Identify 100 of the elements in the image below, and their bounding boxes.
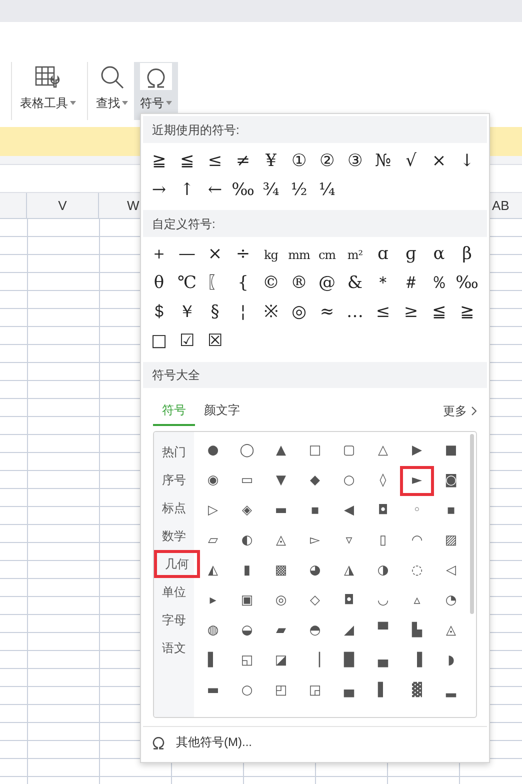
symbol-button[interactable]: ≈ [313, 298, 341, 327]
symbol-button[interactable]: ¦ [229, 298, 257, 327]
symbol-button[interactable]: ≧ [453, 298, 481, 327]
symbol-button[interactable]: ≤ [369, 298, 397, 327]
symbol-button[interactable]: ◘ [332, 586, 366, 616]
symbol-button[interactable]: ← [201, 176, 229, 205]
symbol-button[interactable]: ▰ [264, 616, 298, 646]
symbol-button[interactable]: ▪ [434, 496, 468, 526]
symbol-button[interactable]: ▕ [298, 646, 332, 676]
symbol-button[interactable]: ◐ [230, 526, 264, 556]
toolbar-button[interactable]: 查找 [90, 62, 134, 120]
other-symbols-button[interactable]: 其他符号(M)... [141, 727, 489, 757]
symbol-button[interactable]: ◱ [230, 646, 264, 676]
symbol-button[interactable]: □ [298, 436, 332, 466]
category-item[interactable]: 语文 [154, 634, 194, 662]
category-item[interactable]: 标点 [154, 494, 194, 522]
symbol-button[interactable]: ◎ [264, 586, 298, 616]
symbol-button[interactable]: ◇ [298, 586, 332, 616]
symbol-button[interactable]: @ [313, 269, 341, 298]
symbol-button[interactable]: 〖 [201, 269, 229, 298]
symbol-button[interactable]: ◌ [400, 556, 434, 586]
category-item[interactable]: 热门 [154, 438, 194, 466]
symbol-button[interactable]: █ [332, 646, 366, 676]
symbol-button[interactable]: ℃ [173, 269, 201, 298]
symbol-button[interactable]: ① [285, 147, 313, 176]
symbol-button[interactable]: № [369, 147, 397, 176]
category-item[interactable]: 字母 [154, 606, 194, 634]
symbol-button[interactable]: ▬ [264, 496, 298, 526]
symbol-button[interactable]: ▓ [400, 676, 434, 706]
symbol-button[interactable]: ＋ [145, 240, 173, 269]
symbol-button[interactable]: ▌ [196, 646, 230, 676]
symbol-button[interactable]: ◁ [434, 556, 468, 586]
symbol-button[interactable]: § [201, 298, 229, 327]
symbol-button[interactable]: × [425, 147, 453, 176]
symbol-button[interactable]: ▿ [332, 526, 366, 556]
symbol-button[interactable]: ¥ [257, 147, 285, 176]
symbol-button[interactable]: ◉ [196, 466, 230, 496]
symbol-button[interactable]: ▮ [230, 556, 264, 586]
symbol-button[interactable]: ‰ [229, 176, 257, 205]
symbol-button[interactable]: ◬ [264, 526, 298, 556]
scrollbar-thumb[interactable] [470, 434, 474, 614]
symbol-button[interactable]: α [425, 240, 453, 269]
symbol-button[interactable]: ● [196, 436, 230, 466]
symbol-button[interactable]: ▲ [264, 436, 298, 466]
symbol-button[interactable]: □ [145, 327, 173, 356]
symbol-button[interactable]: × [201, 240, 229, 269]
symbol-button[interactable]: ◑ [366, 556, 400, 586]
symbol-button[interactable]: ○ [332, 466, 366, 496]
symbol-button[interactable]: ≤ [201, 147, 229, 176]
symbol-button[interactable]: ◠ [400, 526, 434, 556]
category-item[interactable]: 数学 [154, 522, 194, 550]
symbol-button[interactable]: ¾ [257, 176, 285, 205]
symbol-button[interactable]: ɑ [369, 240, 397, 269]
symbol-button[interactable]: ▢ [332, 436, 366, 466]
symbol-button[interactable]: θ [145, 269, 173, 298]
symbol-button[interactable]: ￥ [173, 298, 201, 327]
symbol-button[interactable]: ▯ [366, 526, 400, 556]
symbol-button[interactable]: ◀ [332, 496, 366, 526]
symbol-button[interactable]: ▀ [366, 616, 400, 646]
symbol-button[interactable]: ≠ [229, 147, 257, 176]
toolbar-button[interactable]: 符号 [134, 62, 178, 120]
symbol-button[interactable]: ▨ [434, 526, 468, 556]
symbol-button[interactable]: ◔ [434, 586, 468, 616]
symbol-button[interactable]: ◮ [332, 556, 366, 586]
symbol-button[interactable]: ▻ [298, 526, 332, 556]
symbol-button[interactable]: cm [313, 240, 341, 269]
symbol-button[interactable]: ▪ [298, 496, 332, 526]
symbol-button[interactable]: ○ [230, 676, 264, 706]
symbol-button[interactable]: ▸ [196, 586, 230, 616]
symbol-button[interactable]: ▐ [400, 646, 434, 676]
symbol-button[interactable]: & [341, 269, 369, 298]
symbol-button[interactable]: ＄ [145, 298, 173, 327]
symbol-button[interactable]: kg [257, 240, 285, 269]
symbol-button[interactable]: mm [285, 240, 313, 269]
symbol-button[interactable]: ◆ [298, 466, 332, 496]
symbol-button[interactable]: ◙ [434, 466, 468, 496]
symbol-button[interactable]: ≦ [425, 298, 453, 327]
symbol-button[interactable]: ¼ [313, 176, 341, 205]
symbol-button[interactable]: ▄ [366, 646, 400, 676]
symbol-button[interactable]: ◪ [264, 646, 298, 676]
symbol-button[interactable]: ▷ [196, 496, 230, 526]
symbol-button[interactable]: ② [313, 147, 341, 176]
tab[interactable]: 颜文字 [195, 401, 249, 426]
symbol-button[interactable]: ◢ [332, 616, 366, 646]
symbol-button[interactable]: ▂ [434, 676, 468, 706]
symbol-button[interactable]: ◰ [264, 676, 298, 706]
symbol-button[interactable]: → [145, 176, 173, 205]
symbol-button[interactable]: ③ [341, 147, 369, 176]
symbol-button[interactable]: ※ [257, 298, 285, 327]
symbol-button[interactable]: ◗ [434, 646, 468, 676]
symbol-button[interactable]: ▬ [196, 676, 230, 706]
symbol-button[interactable]: ◒ [230, 616, 264, 646]
symbol-button[interactable]: ▩ [264, 556, 298, 586]
symbol-button[interactable]: ◯ [230, 436, 264, 466]
category-item[interactable]: 序号 [154, 466, 194, 494]
symbol-button[interactable]: ☑ [173, 327, 201, 356]
category-item[interactable]: 单位 [154, 578, 194, 606]
symbol-button[interactable]: ▭ [230, 466, 264, 496]
symbol-button[interactable]: ▣ [230, 586, 264, 616]
symbol-button[interactable]: ½ [285, 176, 313, 205]
